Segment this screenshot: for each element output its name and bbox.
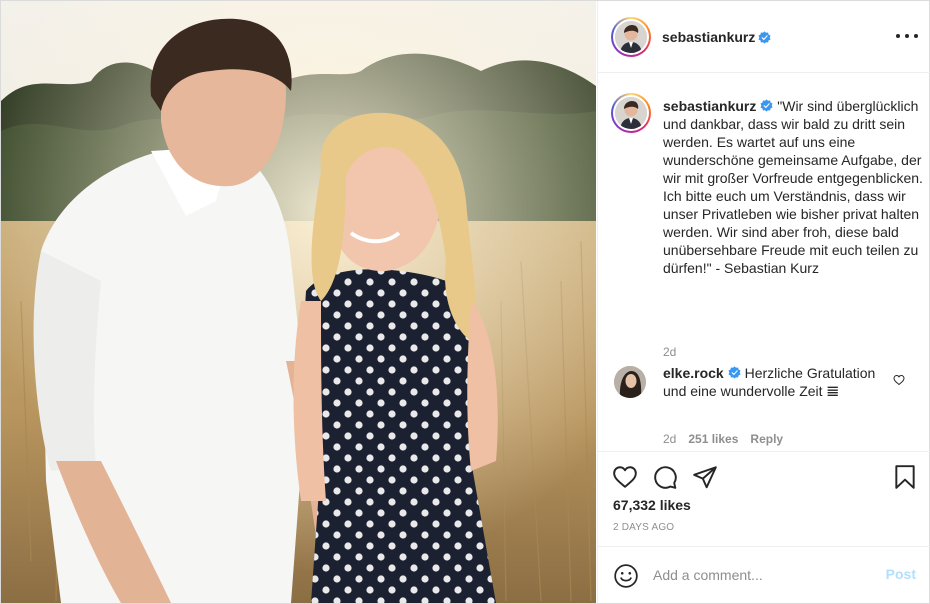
comment-like-count[interactable]: 251 likes	[688, 432, 738, 446]
caption-avatar[interactable]	[611, 93, 651, 133]
comment-input[interactable]	[653, 565, 873, 585]
post-photo-illustration	[1, 1, 596, 603]
add-comment-bar: Post	[598, 546, 930, 603]
share-icon[interactable]	[692, 464, 718, 490]
instagram-post: sebastiankurz sebastiankurz "Wir sind üb…	[0, 0, 930, 604]
caption-timestamp[interactable]: 2d	[663, 345, 676, 359]
emoji-icon[interactable]	[613, 563, 639, 589]
reply-button[interactable]: Reply	[750, 432, 783, 446]
likes-count[interactable]: 67,332 likes	[613, 497, 691, 513]
post-header: sebastiankurz	[598, 1, 930, 73]
post-comment-button[interactable]: Post	[886, 566, 916, 582]
comment-like-heart-icon[interactable]	[893, 374, 905, 386]
heart-icon[interactable]	[612, 464, 638, 490]
comment-username[interactable]: elke.rock	[663, 365, 724, 381]
verified-badge-icon	[758, 31, 771, 44]
caption-username[interactable]: sebastiankurz	[663, 98, 756, 114]
comment-timestamp[interactable]: 2d	[663, 432, 676, 446]
avatar-photo	[615, 97, 647, 129]
avatar[interactable]	[611, 17, 651, 57]
post-side-panel: sebastiankurz sebastiankurz "Wir sind üb…	[597, 1, 930, 603]
comment-text: elke.rock Herzliche Gratulation und eine…	[663, 364, 891, 400]
comment-avatar[interactable]	[614, 366, 646, 398]
post-photo[interactable]	[1, 1, 596, 603]
avatar-photo	[614, 366, 646, 398]
post-time-ago[interactable]: 2 DAYS AGO	[613, 522, 674, 533]
post-actions: 67,332 likes 2 DAYS AGO	[598, 451, 930, 545]
header-username[interactable]: sebastiankurz	[662, 29, 755, 45]
comments-section[interactable]: sebastiankurz "Wir sind überglücklich un…	[598, 74, 930, 451]
comment-icon[interactable]	[652, 464, 678, 490]
bookmark-icon[interactable]	[892, 464, 918, 490]
avatar-photo	[615, 21, 647, 53]
caption-body: "Wir sind überglücklich und dankbar, das…	[663, 98, 923, 276]
verified-badge-icon	[760, 99, 773, 112]
verified-badge-icon	[728, 366, 741, 379]
comment-meta: 2d 251 likes Reply	[663, 432, 783, 446]
caption-text: sebastiankurz "Wir sind überglücklich un…	[663, 97, 925, 277]
more-options-icon[interactable]	[896, 27, 918, 45]
